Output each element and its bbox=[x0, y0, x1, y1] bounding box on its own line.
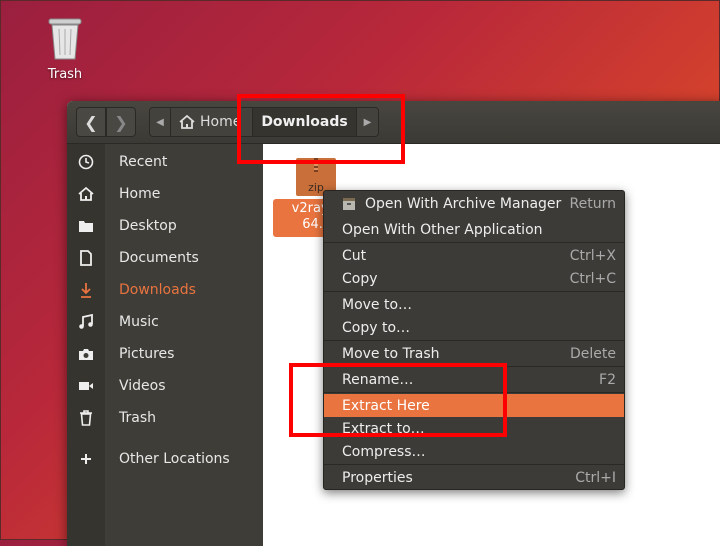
sidebar-item-label: Desktop bbox=[119, 218, 177, 234]
menu-item-label: Properties bbox=[342, 469, 413, 486]
archive-manager-icon bbox=[343, 197, 355, 210]
breadcrumb-home-label: Home bbox=[200, 114, 242, 130]
sidebar-item-label: Other Locations bbox=[119, 451, 230, 467]
sidebar-item-label: Home bbox=[119, 186, 161, 202]
menu-item-accel: Ctrl+I bbox=[575, 469, 616, 486]
plus-icon bbox=[81, 454, 91, 464]
menu-separator bbox=[324, 291, 624, 292]
sidebar-item-other-locations[interactable]: Other Locations bbox=[67, 443, 263, 475]
menu-item-label: Copy to… bbox=[342, 319, 411, 336]
menu-item-open-other-app[interactable]: Open With Other Application bbox=[324, 218, 624, 241]
menu-item-copy-to[interactable]: Copy to… bbox=[324, 316, 624, 339]
trash-icon bbox=[80, 410, 92, 426]
triangle-left-icon: ◀ bbox=[156, 116, 164, 128]
menu-item-accel: Ctrl+X bbox=[569, 247, 616, 264]
menu-item-move-to[interactable]: Move to… bbox=[324, 293, 624, 316]
sidebar-item-recent[interactable]: Recent bbox=[67, 146, 263, 178]
video-icon bbox=[79, 382, 93, 390]
menu-item-label: Compress… bbox=[342, 443, 426, 460]
menu-item-copy[interactable]: Copy Ctrl+C bbox=[324, 267, 624, 290]
menu-item-compress[interactable]: Compress… bbox=[324, 440, 624, 463]
forward-button[interactable]: ❯ bbox=[106, 107, 136, 137]
desktop-trash-label: Trash bbox=[47, 67, 83, 82]
document-icon bbox=[80, 250, 92, 266]
sidebar-item-label: Videos bbox=[119, 378, 166, 394]
sidebar-item-label: Downloads bbox=[119, 282, 196, 298]
menu-item-accel: F2 bbox=[599, 371, 616, 388]
context-menu: Open With Archive Manager Return Open Wi… bbox=[323, 190, 625, 490]
menu-item-label: Cut bbox=[342, 247, 367, 264]
menu-separator bbox=[324, 242, 624, 243]
annotation-box-extract bbox=[289, 363, 507, 437]
sidebar-item-pictures[interactable]: Pictures bbox=[67, 338, 263, 370]
menu-item-label: Move to… bbox=[342, 296, 413, 313]
menu-item-accel: Return bbox=[569, 195, 616, 212]
sidebar-item-label: Documents bbox=[119, 250, 199, 266]
menu-item-cut[interactable]: Cut Ctrl+X bbox=[324, 244, 624, 267]
annotation-box-breadcrumb bbox=[237, 94, 405, 164]
desktop-trash[interactable]: Trash bbox=[37, 15, 93, 82]
menu-item-label: Copy bbox=[342, 270, 378, 287]
back-button[interactable]: ❮ bbox=[76, 107, 106, 137]
sidebar-item-label: Trash bbox=[119, 410, 156, 426]
sidebar-item-label: Pictures bbox=[119, 346, 175, 362]
sidebar-item-label: Music bbox=[119, 314, 159, 330]
menu-separator bbox=[324, 464, 624, 465]
sidebar-item-label: Recent bbox=[119, 154, 168, 170]
chevron-left-icon: ❮ bbox=[84, 112, 98, 132]
sidebar-item-downloads[interactable]: Downloads bbox=[67, 274, 263, 306]
sidebar-item-documents[interactable]: Documents bbox=[67, 242, 263, 274]
home-icon bbox=[78, 186, 94, 201]
download-icon bbox=[81, 283, 91, 298]
sidebar-item-trash[interactable]: Trash bbox=[67, 402, 263, 434]
chevron-right-icon: ❯ bbox=[114, 112, 128, 132]
sidebar-item-music[interactable]: Music bbox=[67, 306, 263, 338]
menu-item-open-archive-manager[interactable]: Open With Archive Manager Return bbox=[324, 192, 624, 215]
sidebar-item-home[interactable]: Home bbox=[67, 178, 263, 210]
folder-icon bbox=[79, 221, 93, 232]
menu-item-move-to-trash[interactable]: Move to Trash Delete bbox=[324, 342, 624, 365]
menu-item-accel: Delete bbox=[570, 345, 616, 362]
menu-item-label: Open With Archive Manager bbox=[365, 195, 562, 212]
music-icon bbox=[79, 314, 93, 329]
camera-icon bbox=[79, 349, 93, 360]
home-icon bbox=[179, 115, 195, 129]
menu-separator bbox=[324, 340, 624, 341]
menu-item-label: Move to Trash bbox=[342, 345, 440, 362]
sidebar-item-videos[interactable]: Videos bbox=[67, 370, 263, 402]
sidebar: Recent Home Desktop Documents Downloads … bbox=[67, 144, 263, 546]
file-type-label: zip bbox=[308, 181, 324, 194]
sidebar-item-desktop[interactable]: Desktop bbox=[67, 210, 263, 242]
trash-can-icon bbox=[48, 18, 82, 60]
clock-icon bbox=[78, 154, 94, 170]
breadcrumb-scroll-left[interactable]: ◀ bbox=[149, 107, 171, 137]
menu-item-properties[interactable]: Properties Ctrl+I bbox=[324, 466, 624, 489]
menu-item-accel: Ctrl+C bbox=[569, 270, 616, 287]
menu-item-label: Open With Other Application bbox=[342, 221, 543, 238]
